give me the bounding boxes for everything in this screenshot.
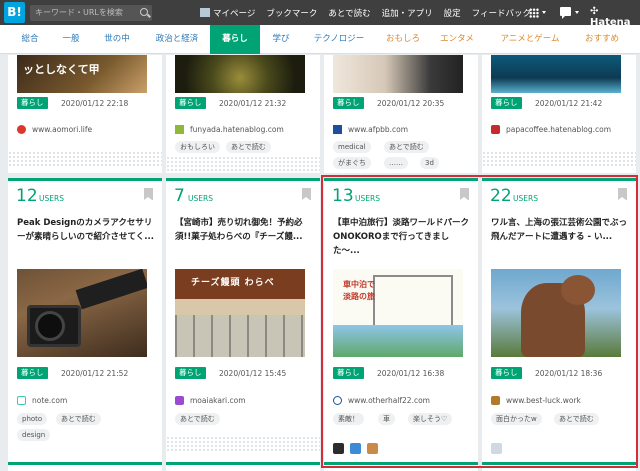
user-tag-chip[interactable]: medical	[333, 141, 371, 153]
entry-card[interactable]: 暮らし 2020/01/12 21:32 funyada.hatenablog.…	[166, 55, 320, 173]
user-tag-chip[interactable]: がまぐち	[333, 157, 371, 169]
entry-thumbnail[interactable]	[17, 269, 147, 357]
card-footer-pattern	[8, 151, 162, 168]
bookmark-icon[interactable]	[302, 188, 311, 200]
search-placeholder: キーワード・URLを検索	[35, 8, 123, 17]
apps-grid-icon[interactable]	[529, 8, 539, 18]
nav-mypage[interactable]: マイページ	[200, 7, 255, 19]
site-favicon-icon	[175, 396, 184, 405]
users-count[interactable]: 12	[16, 186, 38, 206]
entry-date: 2020/01/12 20:35	[377, 99, 445, 108]
tab-category[interactable]: エンタメ	[437, 25, 477, 54]
site-favicon-icon	[333, 125, 342, 134]
entry-date: 2020/01/12 21:52	[61, 369, 129, 378]
user-tag-chip[interactable]: ……	[384, 157, 408, 169]
category-tag[interactable]: 暮らし	[333, 97, 364, 109]
tab-category[interactable]: アニメとゲーム	[495, 25, 565, 54]
entry-domain[interactable]: moaiakari.com	[190, 396, 246, 405]
top-bar: B! キーワード・URLを検索 マイページ ブックマーク あとで読む 追加・アプ…	[0, 0, 640, 28]
nav-bookmark[interactable]: ブックマーク	[266, 7, 317, 19]
card-accent-line	[166, 178, 320, 181]
nav-settings[interactable]: 設定	[444, 7, 461, 19]
user-tag-chip[interactable]: photo	[17, 413, 48, 425]
tab-category[interactable]: 世の中	[98, 25, 136, 54]
entry-thumbnail[interactable]: チーズ饅頭 わらべ	[175, 269, 305, 357]
user-tag-chip[interactable]: あとで読む	[175, 413, 220, 425]
tab-category[interactable]: 一般	[55, 25, 87, 54]
bookmark-icon[interactable]	[144, 188, 153, 200]
entry-title[interactable]: Peak Designのカメラアクセサリーが素晴らしいので紹介させてく...	[17, 216, 155, 244]
card-accent-line	[8, 178, 162, 181]
entry-title[interactable]: 【宮崎市】売り切れ御免！予約必須!!菓子処わらべの『チーズ饅...	[175, 216, 313, 244]
category-tag[interactable]: 暮らし	[491, 97, 522, 109]
entry-domain[interactable]: www.aomori.life	[32, 125, 92, 134]
users-count[interactable]: 7	[174, 186, 185, 206]
entry-card[interactable]: 12 USERS Peak Designのカメラアクセサリーが素晴らしいので紹介…	[8, 178, 162, 471]
entry-card[interactable]: 暮らし 2020/01/12 21:42 papacoffee.hatenabl…	[482, 55, 636, 173]
entry-thumbnail[interactable]	[175, 55, 305, 93]
chevron-down-icon[interactable]	[542, 11, 546, 14]
tab-category[interactable]: テクノロジー	[308, 25, 370, 54]
category-nav: 総合 一般 世の中 政治と経済 暮らし 学び テクノロジー おもしろ エンタメ …	[0, 25, 640, 54]
entry-card[interactable]: ッとしなくて甲 暮らし 2020/01/12 22:18 www.aomori.…	[8, 55, 162, 173]
entry-domain[interactable]: www.afpbb.com	[348, 125, 408, 134]
nav-read-later[interactable]: あとで読む	[328, 7, 370, 19]
message-icon[interactable]	[560, 7, 571, 19]
user-tag-chip[interactable]: design	[17, 429, 51, 441]
card-footer-pattern	[166, 436, 320, 453]
search-input[interactable]: キーワード・URLを検索	[30, 5, 152, 21]
entry-date: 2020/01/12 21:32	[219, 99, 287, 108]
user-tag-chip[interactable]: あとで読む	[226, 141, 271, 153]
category-tag[interactable]: 暮らし	[175, 97, 206, 109]
entry-thumbnail[interactable]	[333, 55, 463, 93]
thumbnail-text: チーズ饅頭 わらべ	[191, 278, 275, 288]
tab-category[interactable]: おすすめ	[580, 25, 624, 54]
category-tag[interactable]: 暮らし	[175, 367, 206, 379]
card-footer-pattern	[482, 151, 636, 168]
nav-add-app[interactable]: 追加・アプリ	[382, 7, 433, 19]
entry-date: 2020/01/12 22:18	[61, 99, 129, 108]
entry-date: 2020/01/12 21:42	[535, 99, 603, 108]
chevron-down-icon[interactable]	[575, 11, 579, 14]
tab-category-active[interactable]: 暮らし	[210, 25, 260, 54]
site-favicon-icon	[175, 125, 184, 134]
tab-category[interactable]: 学び	[264, 25, 298, 54]
site-favicon-icon	[17, 396, 26, 405]
entry-card[interactable]: 暮らし 2020/01/12 20:35 www.afpbb.com medic…	[324, 55, 478, 173]
category-tag[interactable]: 暮らし	[17, 97, 48, 109]
user-tag-chip[interactable]: あとで読む	[56, 413, 101, 425]
entry-domain[interactable]: note.com	[32, 396, 67, 405]
user-icon	[200, 7, 210, 17]
entry-domain[interactable]: funyada.hatenablog.com	[190, 125, 284, 134]
site-favicon-icon	[491, 125, 500, 134]
top-nav: マイページ ブックマーク あとで読む 追加・アプリ 設定 フィードバック	[200, 0, 542, 25]
tab-category[interactable]: おもしろ	[381, 25, 425, 54]
tab-category[interactable]: 総合	[14, 25, 46, 54]
user-tag-chip[interactable]: 3d	[420, 157, 439, 169]
search-icon[interactable]	[140, 8, 148, 16]
thumbnail-text: ッとしなくて甲	[23, 63, 100, 76]
category-tag[interactable]: 暮らし	[17, 367, 48, 379]
nav-feedback[interactable]: フィードバック	[472, 7, 531, 19]
entry-domain[interactable]: papacoffee.hatenablog.com	[506, 125, 611, 134]
hatena-bookmark-logo[interactable]: B!	[4, 2, 25, 23]
tab-category[interactable]: 政治と経済	[152, 25, 202, 54]
users-label[interactable]: USERS	[39, 194, 64, 203]
entry-thumbnail[interactable]	[491, 55, 621, 93]
card-accent-line	[8, 462, 162, 465]
user-tag-chip[interactable]: おもしろい	[175, 141, 220, 153]
selection-highlight-box	[321, 175, 638, 468]
card-accent-line	[166, 462, 320, 465]
entry-thumbnail[interactable]: ッとしなくて甲	[17, 55, 147, 93]
entry-card[interactable]: 7 USERS 【宮崎市】売り切れ御免！予約必須!!菓子処わらべの『チーズ饅..…	[166, 178, 320, 471]
site-favicon-icon	[17, 125, 26, 134]
entry-date: 2020/01/12 15:45	[219, 369, 287, 378]
users-label[interactable]: USERS	[188, 194, 213, 203]
card-footer-pattern	[166, 156, 320, 173]
user-tag-chip[interactable]: あとで読む	[384, 141, 429, 153]
